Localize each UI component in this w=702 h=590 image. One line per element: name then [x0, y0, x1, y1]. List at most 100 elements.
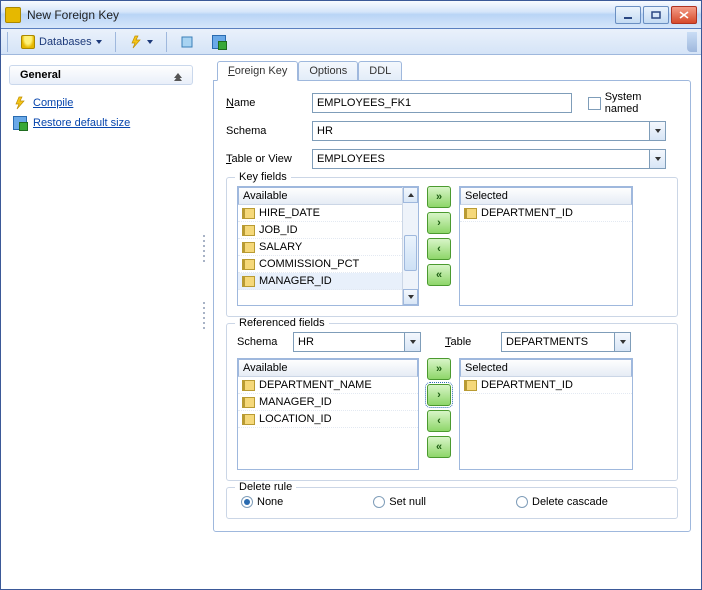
tab-options[interactable]: Options — [298, 61, 358, 81]
radio-icon — [516, 496, 528, 508]
table-combo[interactable]: EMPLOYEES — [312, 149, 666, 169]
remove-button[interactable]: ‹ — [427, 410, 451, 432]
minimize-button[interactable] — [615, 6, 641, 24]
column-icon — [242, 242, 255, 253]
ref-schema-value: HR — [294, 336, 404, 348]
restore-size-icon — [13, 116, 27, 130]
key-fields-group: Key fields Available HIRE_DATE JOB_ID SA… — [226, 177, 678, 317]
column-icon — [242, 380, 255, 391]
column-icon — [242, 414, 255, 425]
database-icon — [21, 35, 35, 49]
column-icon — [242, 208, 255, 219]
radio-delete-cascade[interactable]: Delete cascade — [516, 496, 608, 508]
schema-value: HR — [313, 125, 649, 137]
checkbox-icon — [588, 97, 601, 110]
list-item: SALARY — [238, 239, 402, 256]
add-button[interactable]: › — [427, 212, 451, 234]
system-named-label: System named — [605, 91, 678, 115]
compile-toolbar-button[interactable] — [122, 32, 160, 52]
scrollbar[interactable] — [402, 187, 418, 305]
ref-schema-label: Schema — [237, 336, 287, 348]
ref-table-label: Table — [445, 336, 495, 348]
radio-icon — [373, 496, 385, 508]
remove-button[interactable]: ‹ — [427, 238, 451, 260]
document-icon — [180, 35, 194, 49]
chevron-down-icon — [649, 122, 665, 140]
tab-foreign-key[interactable]: Foreign Key — [217, 61, 298, 81]
referenced-fields-group: Referenced fields Schema HR Table DEPART… — [226, 323, 678, 481]
available-header: Available — [238, 359, 418, 377]
radio-set-null-label: Set null — [389, 496, 426, 508]
chevron-down-icon — [147, 40, 153, 44]
databases-dropdown[interactable]: Databases — [14, 32, 109, 52]
app-icon — [5, 7, 21, 23]
table-label: Table or View — [226, 153, 304, 165]
key-selected-list[interactable]: Selected DEPARTMENT_ID — [459, 186, 633, 306]
ref-schema-combo[interactable]: HR — [293, 332, 421, 352]
window-title: New Foreign Key — [27, 8, 615, 22]
nav-restore-default-size[interactable]: Restore default size — [13, 113, 189, 133]
radio-none-label: None — [257, 496, 283, 508]
selected-header: Selected — [460, 187, 632, 205]
key-available-list[interactable]: Available HIRE_DATE JOB_ID SALARY COMMIS… — [237, 186, 419, 306]
chevron-down-icon — [614, 333, 630, 351]
system-named-checkbox[interactable]: System named — [588, 91, 678, 115]
ref-table-value: DEPARTMENTS — [502, 336, 614, 348]
scroll-thumb — [404, 235, 417, 271]
remove-all-button[interactable]: « — [427, 436, 451, 458]
add-all-button[interactable]: » — [427, 358, 451, 380]
toolbar: Databases — [1, 29, 701, 55]
ref-table-combo[interactable]: DEPARTMENTS — [501, 332, 631, 352]
tab-options-label: Options — [309, 65, 347, 77]
available-header: Available — [238, 187, 418, 205]
delete-rule-legend: Delete rule — [235, 481, 296, 493]
tabstrip: Foreign Key Options DDL — [217, 61, 691, 81]
schema-combo[interactable]: HR — [312, 121, 666, 141]
column-icon — [242, 397, 255, 408]
column-icon — [464, 380, 477, 391]
remove-all-button[interactable]: « — [427, 264, 451, 286]
toolbar-action-2[interactable] — [205, 32, 233, 52]
key-fields-legend: Key fields — [235, 171, 291, 183]
close-button[interactable] — [671, 6, 697, 24]
list-item: DEPARTMENT_ID — [460, 205, 632, 222]
radio-none[interactable]: None — [241, 496, 283, 508]
ref-fields-legend: Referenced fields — [235, 317, 329, 329]
chevron-down-icon — [404, 333, 420, 351]
sidenav: General Compile Restore default size — [1, 55, 201, 589]
selected-header: Selected — [460, 359, 632, 377]
radio-set-null[interactable]: Set null — [373, 496, 426, 508]
add-all-button[interactable]: » — [427, 186, 451, 208]
databases-label: Databases — [39, 36, 92, 48]
column-icon — [242, 225, 255, 236]
toolbar-overflow[interactable] — [687, 32, 697, 52]
lightning-icon — [13, 96, 27, 110]
sidenav-header-general[interactable]: General — [9, 65, 193, 85]
scroll-down-button — [403, 289, 418, 305]
toolbar-action-1[interactable] — [173, 32, 201, 52]
list-item: DEPARTMENT_ID — [460, 377, 632, 394]
list-item: HIRE_DATE — [238, 205, 402, 222]
foreign-key-panel: Name System named Schema HR — [213, 80, 691, 532]
scroll-up-button — [403, 187, 418, 203]
table-value: EMPLOYEES — [313, 153, 649, 165]
nav-compile-label: Compile — [33, 97, 73, 109]
name-input[interactable] — [312, 93, 572, 113]
ref-selected-list[interactable]: Selected DEPARTMENT_ID — [459, 358, 633, 470]
window-titlebar: New Foreign Key — [1, 1, 701, 29]
delete-rule-group: Delete rule None Set null Delete casc — [226, 487, 678, 519]
tab-ddl[interactable]: DDL — [358, 61, 402, 81]
nav-compile[interactable]: Compile — [13, 93, 189, 113]
list-item: DEPARTMENT_NAME — [238, 377, 418, 394]
column-icon — [464, 208, 477, 219]
column-icon — [242, 276, 255, 287]
maximize-button[interactable] — [643, 6, 669, 24]
name-label: Name — [226, 97, 304, 109]
ref-available-list[interactable]: Available DEPARTMENT_NAME MANAGER_ID LOC… — [237, 358, 419, 470]
lightning-icon — [129, 35, 143, 49]
schema-label: Schema — [226, 125, 304, 137]
radio-icon — [241, 496, 253, 508]
radio-cascade-label: Delete cascade — [532, 496, 608, 508]
add-button[interactable]: › — [427, 384, 451, 406]
list-item: LOCATION_ID — [238, 411, 418, 428]
